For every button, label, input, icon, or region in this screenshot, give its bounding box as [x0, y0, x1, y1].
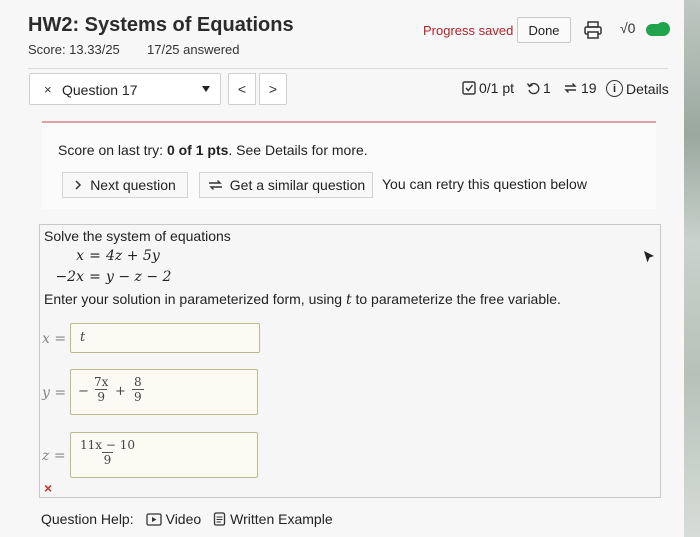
- y-minus-sign: −: [78, 384, 89, 399]
- done-button[interactable]: Done: [517, 17, 571, 43]
- document-icon: [214, 512, 226, 526]
- chevron-right-icon: [75, 180, 82, 190]
- problem-intro: Solve the system of equations: [44, 228, 231, 244]
- y-fraction-1: 7x 9: [92, 375, 110, 404]
- video-icon: [145, 512, 162, 526]
- x-label: x =: [42, 331, 67, 347]
- similar-question-label: Get a similar question: [229, 177, 366, 193]
- z-fraction-denominator: 9: [101, 452, 114, 467]
- info-icon: i: [606, 80, 623, 97]
- next-question-label: Next question: [90, 177, 176, 193]
- written-example-label: Written Example: [230, 511, 333, 527]
- print-icon[interactable]: [583, 20, 603, 40]
- x-answer-value: t: [80, 330, 86, 345]
- equation-1-rhs: 4z + 5y: [106, 248, 160, 264]
- points-indicator: 0/1 pt: [462, 80, 514, 96]
- incorrect-mark-icon: ×: [44, 82, 52, 97]
- y-label: y =: [42, 385, 67, 401]
- previous-question-button[interactable]: <: [228, 73, 256, 105]
- similar-count: 19: [563, 80, 597, 96]
- y-fraction-1-denominator: 9: [95, 389, 108, 404]
- similar-count-text: 19: [581, 80, 597, 96]
- instructions-part-1: Enter your solution in parameterized for…: [44, 291, 346, 307]
- equation-2-lhs: −2x: [55, 269, 84, 285]
- score-text: Score: 13.33/25: [28, 42, 120, 57]
- math-toggle-switch[interactable]: [646, 22, 670, 36]
- equation-2-rhs: y − z − 2: [106, 269, 172, 285]
- video-link[interactable]: Video: [145, 511, 202, 527]
- retry-count: 1: [526, 80, 551, 96]
- refresh-icon: [564, 83, 577, 93]
- checkbox-icon: [462, 81, 476, 95]
- z-label: z =: [42, 448, 66, 464]
- question-selector-label: Question 17: [62, 82, 138, 98]
- y-plus-sign: +: [115, 384, 126, 399]
- background-edge: [684, 0, 700, 537]
- progress-saved-status: Progress saved: [423, 23, 514, 38]
- question-help: Question Help: Video Written Example: [41, 511, 333, 527]
- incorrect-icon: ×: [44, 480, 53, 496]
- details-link[interactable]: i Details: [606, 80, 669, 97]
- equation-1-equals: =: [89, 248, 101, 264]
- header-divider: [28, 68, 668, 69]
- question-help-label: Question Help:: [41, 511, 134, 527]
- instructions: Enter your solution in parameterized for…: [44, 291, 561, 308]
- details-label: Details: [626, 80, 669, 97]
- retry-note: You can retry this question below: [382, 176, 587, 192]
- video-link-label: Video: [165, 511, 202, 527]
- equation-2: −2x = y − z − 2: [30, 269, 171, 285]
- y-fraction-2-denominator: 9: [132, 389, 144, 404]
- y-fraction-2: 8 9: [132, 375, 144, 404]
- last-try-value: 0 of 1 pts: [166, 142, 229, 158]
- caret-down-icon: [202, 86, 210, 92]
- x-answer-field[interactable]: [70, 323, 260, 353]
- equation-2-equals: =: [89, 269, 101, 285]
- y-fraction-1-numerator: 7x: [94, 375, 109, 389]
- assignment-title: HW2: Systems of Equations: [28, 14, 294, 36]
- answered-count: 17/25 answered: [147, 42, 240, 57]
- y-fraction-2-numerator: 8: [134, 375, 142, 389]
- last-try-prefix: Score on last try:: [58, 142, 167, 158]
- retry-count-text: 1: [543, 80, 551, 96]
- mouse-cursor-icon: [644, 251, 654, 263]
- points-text: 0/1 pt: [479, 80, 515, 96]
- refresh-icon: [208, 180, 222, 190]
- written-example-link[interactable]: Written Example: [213, 511, 333, 527]
- undo-icon: [526, 82, 540, 95]
- similar-question-button[interactable]: Get a similar question: [199, 172, 373, 198]
- question-selector[interactable]: × Question 17: [29, 73, 221, 105]
- next-question-arrow-button[interactable]: >: [259, 73, 287, 105]
- page: HW2: Systems of Equations Score: 13.33/2…: [0, 0, 700, 537]
- last-try-score: Score on last try: 0 of 1 pts. See Detai…: [58, 142, 368, 158]
- next-question-button[interactable]: Next question: [62, 172, 188, 198]
- z-fraction: 11x − 10 9: [78, 438, 137, 467]
- equation-1: x = 4z + 5y: [30, 248, 160, 264]
- equation-1-lhs: x: [76, 248, 84, 264]
- z-fraction-numerator: 11x − 10: [80, 438, 135, 452]
- math-keyboard-icon[interactable]: √0: [620, 20, 635, 36]
- last-try-suffix: . See Details for more.: [228, 142, 368, 158]
- instructions-part-2: to parameterize the free variable.: [351, 291, 561, 307]
